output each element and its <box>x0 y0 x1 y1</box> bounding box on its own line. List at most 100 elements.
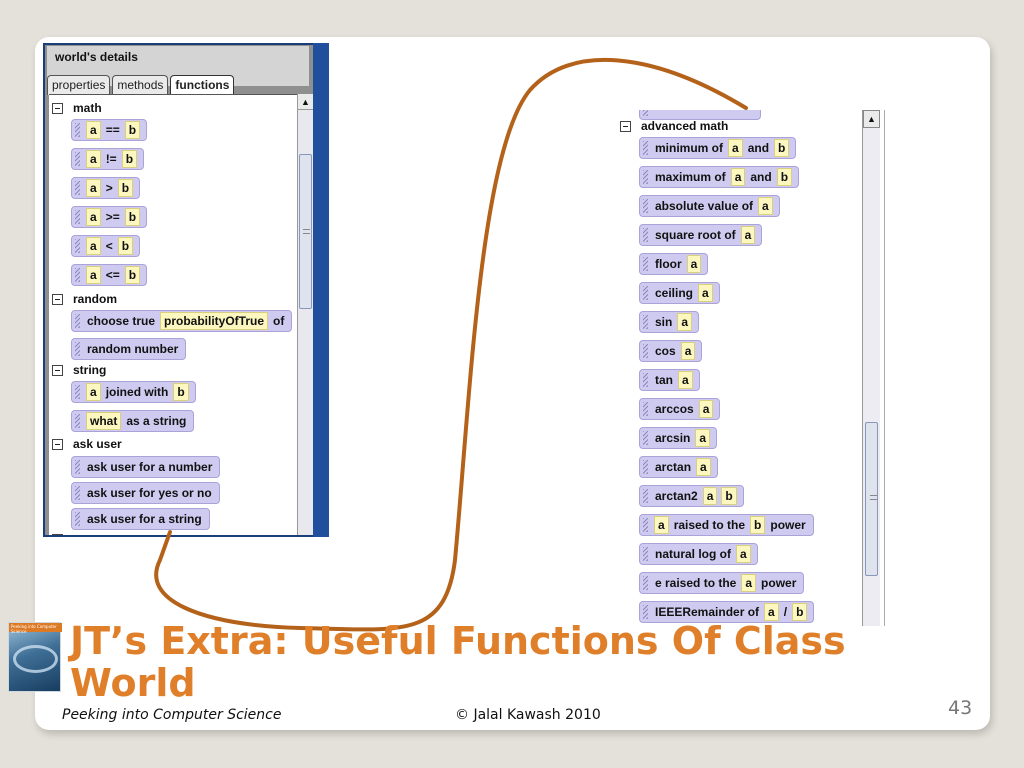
slot-a[interactable]: a <box>730 168 746 186</box>
scroll-thumb[interactable] <box>865 422 878 576</box>
operator: != <box>105 152 117 166</box>
slot-b[interactable]: b <box>121 150 138 168</box>
tile-label: e raised to the <box>655 576 737 590</box>
tile-greater[interactable]: a > b <box>71 177 141 199</box>
category-random[interactable]: random <box>52 291 117 307</box>
slot-a[interactable]: a <box>86 121 101 139</box>
tile-ask-string[interactable]: ask user for a string <box>71 508 210 530</box>
tile-ceiling[interactable]: ceiling a <box>639 282 720 304</box>
book-cover-thumbnail: Peeking into Computer Science <box>8 622 62 692</box>
slot-a[interactable]: a <box>758 197 773 215</box>
slot-a[interactable]: a <box>740 226 756 244</box>
category-math[interactable]: math <box>52 100 102 116</box>
slot-a[interactable]: a <box>702 487 718 505</box>
tile-maximum-of[interactable]: maximum of a and b <box>639 166 800 188</box>
slot-b[interactable]: b <box>117 237 134 255</box>
tile-label: joined with <box>105 385 169 399</box>
slot-b[interactable]: b <box>124 266 141 284</box>
tile-label: IEEERemainder of <box>655 605 760 619</box>
tile-label: arctan2 <box>655 489 698 503</box>
category-ask-user[interactable]: ask user <box>52 436 122 452</box>
slot-a[interactable]: a <box>736 545 751 563</box>
category-more[interactable]: more <box>52 531 102 535</box>
slot-b[interactable]: b <box>750 516 766 534</box>
slot-b[interactable]: b <box>173 383 189 401</box>
tile-floor[interactable]: floor a <box>639 253 709 275</box>
panel-edge <box>313 43 329 537</box>
tile-ask-yes-no[interactable]: ask user for yes or no <box>71 482 220 504</box>
tile-sin[interactable]: sin a <box>639 311 700 333</box>
tab-functions[interactable]: functions <box>170 75 235 95</box>
tile-minimum-of[interactable]: minimum of a and b <box>639 137 797 159</box>
slot-a[interactable]: a <box>698 284 713 302</box>
slot-a[interactable]: a <box>741 574 757 592</box>
slot-b[interactable]: b <box>721 487 737 505</box>
tile-arcsin[interactable]: arcsin a <box>639 427 718 449</box>
tile-choose-true[interactable]: choose true probabilityOfTrue of <box>71 310 293 332</box>
tile-arctan[interactable]: arctan a <box>639 456 718 478</box>
tile-less-equal[interactable]: a <= b <box>71 264 148 286</box>
tile-label: choose true <box>87 314 156 328</box>
collapse-icon[interactable] <box>52 102 63 114</box>
right-scrollbar[interactable]: ▲ <box>862 110 880 626</box>
scroll-up-icon[interactable]: ▲ <box>863 110 880 128</box>
slot-a[interactable]: a <box>86 383 101 401</box>
tile-tan[interactable]: tan a <box>639 369 700 391</box>
slot-a[interactable]: a <box>86 208 101 226</box>
tile-cos[interactable]: cos a <box>639 340 703 362</box>
category-advanced-math[interactable]: advanced math <box>620 118 728 134</box>
tile-arctan2[interactable]: arctan2 a b <box>639 485 744 507</box>
tab-properties[interactable]: properties <box>47 75 111 95</box>
slot-b[interactable]: b <box>117 179 134 197</box>
slot-what[interactable]: what <box>86 412 122 430</box>
collapse-icon[interactable] <box>52 293 63 305</box>
slot-a[interactable]: a <box>686 255 702 273</box>
tile-label: and <box>747 141 770 155</box>
scroll-thumb[interactable] <box>299 154 312 309</box>
tile-less[interactable]: a < b <box>71 235 141 257</box>
slot-b[interactable]: b <box>774 139 790 157</box>
tile-label: of <box>273 314 285 328</box>
slot-b[interactable]: b <box>776 168 793 186</box>
left-scrollbar[interactable]: ▲ <box>297 94 313 535</box>
tile-label: sin <box>655 315 673 329</box>
slot-b[interactable]: b <box>124 121 141 139</box>
slot-b[interactable]: b <box>124 208 141 226</box>
tile-not-equal[interactable]: a != b <box>71 148 145 170</box>
tile-absolute-value[interactable]: absolute value of a <box>639 195 780 217</box>
slot-a[interactable]: a <box>680 342 696 360</box>
tile-raised-to-power[interactable]: a raised to the b power <box>639 514 814 536</box>
tile-equal[interactable]: a == b <box>71 119 148 141</box>
tile-square-root[interactable]: square root of a <box>639 224 763 246</box>
tile-label: ask user for a string <box>87 512 202 526</box>
slot-a[interactable]: a <box>696 458 711 476</box>
slot-a[interactable]: a <box>677 313 693 331</box>
tile-e-raised[interactable]: e raised to the a power <box>639 572 805 594</box>
tile-arccos[interactable]: arccos a <box>639 398 721 420</box>
collapse-icon[interactable] <box>52 438 63 450</box>
slot-a[interactable]: a <box>86 266 101 284</box>
slot-a[interactable]: a <box>654 516 669 534</box>
slot-a[interactable]: a <box>86 237 101 255</box>
category-string[interactable]: string <box>52 362 106 378</box>
slot-a[interactable]: a <box>678 371 693 389</box>
collapse-icon[interactable] <box>52 364 63 376</box>
slot-probability[interactable]: probabilityOfTrue <box>160 312 269 330</box>
tile-random-number[interactable]: random number <box>71 338 187 360</box>
slot-a[interactable]: a <box>695 429 711 447</box>
collapse-icon[interactable] <box>620 120 631 132</box>
operator: <= <box>105 268 120 282</box>
tab-methods[interactable]: methods <box>112 75 169 95</box>
tile-joined-with[interactable]: a joined with b <box>71 381 196 403</box>
tile-greater-equal[interactable]: a >= b <box>71 206 148 228</box>
slot-a[interactable]: a <box>698 400 714 418</box>
tile-ask-number[interactable]: ask user for a number <box>71 456 221 478</box>
slot-a[interactable]: a <box>86 179 101 197</box>
slot-a[interactable]: a <box>728 139 743 157</box>
tile-as-a-string[interactable]: what as a string <box>71 410 195 432</box>
tile-natural-log[interactable]: natural log of a <box>639 543 758 565</box>
collapse-icon[interactable] <box>52 533 63 535</box>
scroll-up-icon[interactable]: ▲ <box>298 94 313 110</box>
slot-a[interactable]: a <box>86 150 101 168</box>
slide-title: JT’s Extra: Useful Functions Of Class Wo… <box>70 619 846 705</box>
